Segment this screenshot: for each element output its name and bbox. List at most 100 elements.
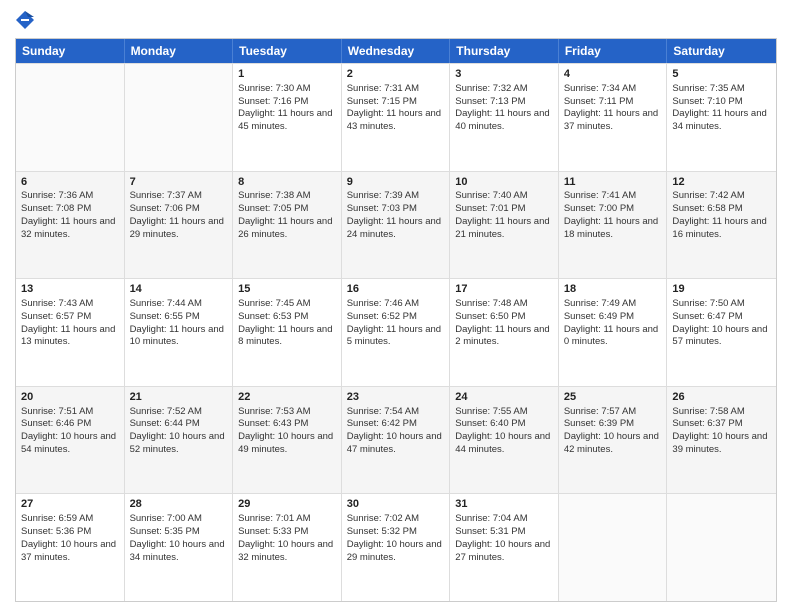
day-cell: 21Sunrise: 7:52 AMSunset: 6:44 PMDayligh… [125, 387, 234, 494]
daylight-text: Daylight: 10 hours and 39 minutes. [672, 431, 771, 457]
day-number: 24 [455, 390, 553, 405]
sunset-text: Sunset: 7:16 PM [238, 96, 336, 109]
header [15, 10, 777, 30]
day-cell: 2Sunrise: 7:31 AMSunset: 7:15 PMDaylight… [342, 64, 451, 171]
day-number: 8 [238, 175, 336, 190]
daylight-text: Daylight: 11 hours and 45 minutes. [238, 108, 336, 134]
sunrise-text: Sunrise: 7:50 AM [672, 298, 771, 311]
sunrise-text: Sunrise: 7:30 AM [238, 83, 336, 96]
calendar-row: 20Sunrise: 7:51 AMSunset: 6:46 PMDayligh… [16, 386, 776, 494]
daylight-text: Daylight: 10 hours and 29 minutes. [347, 539, 445, 565]
day-number: 17 [455, 282, 553, 297]
weekday-header: Wednesday [342, 39, 451, 63]
sunset-text: Sunset: 6:39 PM [564, 418, 662, 431]
sunrise-text: Sunrise: 7:34 AM [564, 83, 662, 96]
daylight-text: Daylight: 11 hours and 18 minutes. [564, 216, 662, 242]
day-number: 16 [347, 282, 445, 297]
day-number: 15 [238, 282, 336, 297]
day-cell: 1Sunrise: 7:30 AMSunset: 7:16 PMDaylight… [233, 64, 342, 171]
sunrise-text: Sunrise: 7:02 AM [347, 513, 445, 526]
sunset-text: Sunset: 6:57 PM [21, 311, 119, 324]
day-cell: 29Sunrise: 7:01 AMSunset: 5:33 PMDayligh… [233, 494, 342, 601]
sunrise-text: Sunrise: 7:36 AM [21, 190, 119, 203]
daylight-text: Daylight: 11 hours and 29 minutes. [130, 216, 228, 242]
daylight-text: Daylight: 11 hours and 5 minutes. [347, 324, 445, 350]
sunset-text: Sunset: 6:44 PM [130, 418, 228, 431]
day-cell: 9Sunrise: 7:39 AMSunset: 7:03 PMDaylight… [342, 172, 451, 279]
sunset-text: Sunset: 5:33 PM [238, 526, 336, 539]
day-number: 25 [564, 390, 662, 405]
sunrise-text: Sunrise: 7:45 AM [238, 298, 336, 311]
calendar: SundayMondayTuesdayWednesdayThursdayFrid… [15, 38, 777, 602]
daylight-text: Daylight: 10 hours and 44 minutes. [455, 431, 553, 457]
daylight-text: Daylight: 11 hours and 21 minutes. [455, 216, 553, 242]
day-number: 13 [21, 282, 119, 297]
day-number: 11 [564, 175, 662, 190]
day-number: 3 [455, 67, 553, 82]
sunrise-text: Sunrise: 7:40 AM [455, 190, 553, 203]
day-cell: 15Sunrise: 7:45 AMSunset: 6:53 PMDayligh… [233, 279, 342, 386]
day-cell: 22Sunrise: 7:53 AMSunset: 6:43 PMDayligh… [233, 387, 342, 494]
day-number: 6 [21, 175, 119, 190]
sunrise-text: Sunrise: 7:01 AM [238, 513, 336, 526]
sunset-text: Sunset: 7:08 PM [21, 203, 119, 216]
daylight-text: Daylight: 10 hours and 54 minutes. [21, 431, 119, 457]
daylight-text: Daylight: 10 hours and 47 minutes. [347, 431, 445, 457]
sunset-text: Sunset: 6:53 PM [238, 311, 336, 324]
day-number: 26 [672, 390, 771, 405]
sunrise-text: Sunrise: 7:57 AM [564, 406, 662, 419]
sunrise-text: Sunrise: 7:32 AM [455, 83, 553, 96]
sunset-text: Sunset: 7:03 PM [347, 203, 445, 216]
calendar-row: 6Sunrise: 7:36 AMSunset: 7:08 PMDaylight… [16, 171, 776, 279]
day-number: 18 [564, 282, 662, 297]
sunrise-text: Sunrise: 7:31 AM [347, 83, 445, 96]
daylight-text: Daylight: 10 hours and 27 minutes. [455, 539, 553, 565]
sunrise-text: Sunrise: 7:37 AM [130, 190, 228, 203]
day-cell: 14Sunrise: 7:44 AMSunset: 6:55 PMDayligh… [125, 279, 234, 386]
calendar-page: SundayMondayTuesdayWednesdayThursdayFrid… [0, 0, 792, 612]
day-cell: 25Sunrise: 7:57 AMSunset: 6:39 PMDayligh… [559, 387, 668, 494]
day-number: 31 [455, 497, 553, 512]
daylight-text: Daylight: 11 hours and 34 minutes. [672, 108, 771, 134]
sunset-text: Sunset: 5:35 PM [130, 526, 228, 539]
sunset-text: Sunset: 6:55 PM [130, 311, 228, 324]
day-cell: 20Sunrise: 7:51 AMSunset: 6:46 PMDayligh… [16, 387, 125, 494]
day-cell: 6Sunrise: 7:36 AMSunset: 7:08 PMDaylight… [16, 172, 125, 279]
sunset-text: Sunset: 6:43 PM [238, 418, 336, 431]
day-cell: 16Sunrise: 7:46 AMSunset: 6:52 PMDayligh… [342, 279, 451, 386]
daylight-text: Daylight: 10 hours and 34 minutes. [130, 539, 228, 565]
weekday-header: Monday [125, 39, 234, 63]
sunset-text: Sunset: 7:05 PM [238, 203, 336, 216]
weekday-header: Tuesday [233, 39, 342, 63]
sunset-text: Sunset: 7:11 PM [564, 96, 662, 109]
day-cell: 7Sunrise: 7:37 AMSunset: 7:06 PMDaylight… [125, 172, 234, 279]
day-cell: 12Sunrise: 7:42 AMSunset: 6:58 PMDayligh… [667, 172, 776, 279]
sunrise-text: Sunrise: 7:49 AM [564, 298, 662, 311]
sunset-text: Sunset: 6:40 PM [455, 418, 553, 431]
sunrise-text: Sunrise: 7:51 AM [21, 406, 119, 419]
sunrise-text: Sunrise: 7:48 AM [455, 298, 553, 311]
daylight-text: Daylight: 11 hours and 26 minutes. [238, 216, 336, 242]
day-cell: 3Sunrise: 7:32 AMSunset: 7:13 PMDaylight… [450, 64, 559, 171]
day-number: 4 [564, 67, 662, 82]
daylight-text: Daylight: 11 hours and 43 minutes. [347, 108, 445, 134]
day-cell: 23Sunrise: 7:54 AMSunset: 6:42 PMDayligh… [342, 387, 451, 494]
day-cell: 18Sunrise: 7:49 AMSunset: 6:49 PMDayligh… [559, 279, 668, 386]
day-number: 12 [672, 175, 771, 190]
sunset-text: Sunset: 6:37 PM [672, 418, 771, 431]
weekday-header: Friday [559, 39, 668, 63]
sunrise-text: Sunrise: 7:46 AM [347, 298, 445, 311]
daylight-text: Daylight: 11 hours and 32 minutes. [21, 216, 119, 242]
daylight-text: Daylight: 11 hours and 8 minutes. [238, 324, 336, 350]
day-cell: 13Sunrise: 7:43 AMSunset: 6:57 PMDayligh… [16, 279, 125, 386]
sunset-text: Sunset: 6:49 PM [564, 311, 662, 324]
logo [15, 10, 39, 30]
sunrise-text: Sunrise: 6:59 AM [21, 513, 119, 526]
day-cell: 30Sunrise: 7:02 AMSunset: 5:32 PMDayligh… [342, 494, 451, 601]
day-cell: 19Sunrise: 7:50 AMSunset: 6:47 PMDayligh… [667, 279, 776, 386]
sunrise-text: Sunrise: 7:44 AM [130, 298, 228, 311]
empty-cell [125, 64, 234, 171]
day-number: 14 [130, 282, 228, 297]
day-number: 9 [347, 175, 445, 190]
sunrise-text: Sunrise: 7:42 AM [672, 190, 771, 203]
